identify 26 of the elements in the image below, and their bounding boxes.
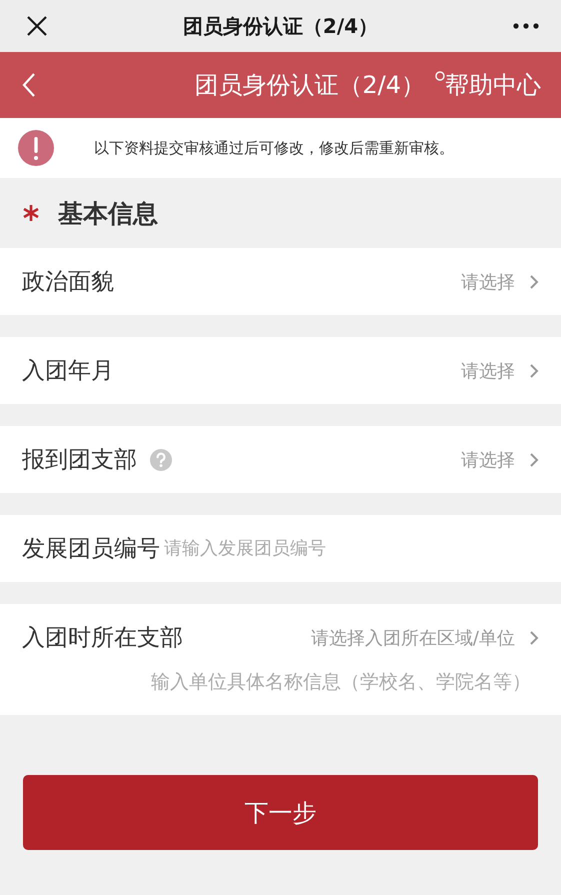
circle-icon [435, 71, 445, 81]
field-label: 报到团支部 [22, 446, 137, 475]
field-label: 政治面貌 [22, 268, 114, 297]
select-button[interactable]: 请选择 [461, 358, 539, 382]
select-button[interactable]: 请选择 [461, 270, 539, 294]
section-title: 基本信息 [58, 198, 158, 230]
close-icon[interactable] [26, 15, 48, 37]
back-icon[interactable] [22, 72, 36, 98]
page-title: 团员身份认证（2/4） [194, 70, 425, 101]
chevron-right-icon [529, 630, 539, 646]
chevron-right-icon [529, 362, 539, 378]
warning-icon [18, 130, 54, 166]
select-button[interactable]: 请选择入团所在区域/单位 [310, 626, 539, 650]
more-icon[interactable] [512, 23, 539, 29]
chevron-right-icon [529, 274, 539, 290]
help-center-link[interactable]: 帮助中心 [445, 69, 541, 101]
field-label: 入团时所在支部 [22, 624, 183, 653]
field-label: 发展团员编号 [22, 535, 160, 564]
select-button[interactable]: 请选择 [461, 448, 539, 472]
field-label: 入团年月 [22, 357, 114, 386]
input-field[interactable]: 输入单位具体名称信息（学校名、学院名等） [22, 671, 531, 693]
chevron-right-icon [529, 452, 539, 468]
input-field[interactable]: 请输入发展团员编号 [164, 538, 539, 559]
window-title: 团员身份认证（2/4） [182, 12, 378, 40]
notice-text: 以下资料提交审核通过后可修改，修改后需重新审核。 [94, 138, 454, 158]
next-button[interactable]: 下一步 [23, 775, 538, 850]
